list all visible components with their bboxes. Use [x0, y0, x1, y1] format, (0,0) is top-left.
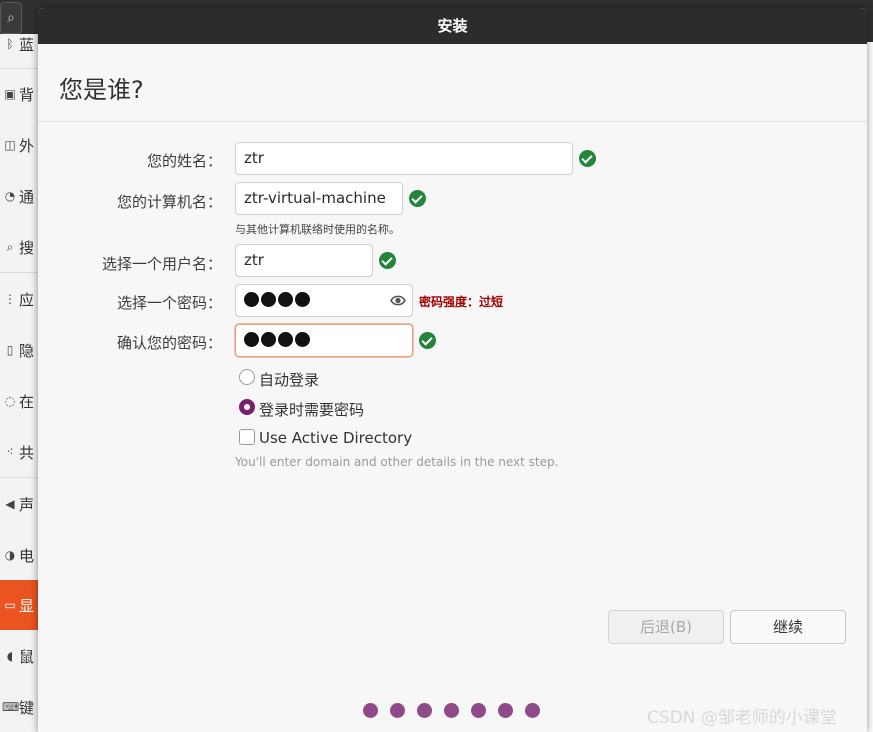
require-password-radio[interactable] [239, 399, 255, 415]
search-icon: ⌕ [6, 239, 14, 254]
mouse-icon: ◖ [6, 649, 14, 663]
sidebar-item-privacy[interactable]: ▯ 隐 [0, 325, 40, 375]
computer-name-valid-check-icon [409, 190, 426, 207]
auto-login-label[interactable]: 自动登录 [259, 369, 319, 390]
name-input[interactable]: ztr [235, 142, 573, 175]
username-input-value: ztr [244, 251, 264, 269]
installer-window: 安装 您是谁? 您的姓名： ztr 您的计算机名： ztr-virtual-ma… [38, 8, 867, 732]
background-icon: ▣ [4, 87, 16, 101]
sidebar-item-sound[interactable]: ◀ 声 [0, 479, 40, 529]
sidebar-item-mouse[interactable]: ◖ 鼠 [0, 631, 40, 681]
keyboard-icon: ⌨ [2, 700, 20, 714]
confirm-password-input[interactable] [235, 324, 413, 357]
notifications-icon: ◔ [4, 189, 16, 203]
computer-name-hint: 与其他计算机联络时使用的名称。 [235, 223, 400, 236]
bluetooth-icon: ᛒ [6, 37, 14, 51]
continue-button[interactable]: 继续 [730, 610, 846, 644]
name-label: 您的姓名： [146, 152, 222, 170]
step-dot [444, 703, 459, 718]
applications-icon: ⋮ [4, 292, 16, 306]
username-label: 选择一个用户名： [101, 255, 222, 273]
username-valid-check-icon [379, 252, 396, 269]
step-dot [417, 703, 432, 718]
display-icon: ▭ [4, 598, 16, 612]
privacy-icon: ▯ [6, 343, 14, 357]
username-input[interactable]: ztr [235, 244, 373, 277]
confirm-password-valid-check-icon [419, 332, 436, 349]
sharing-icon: ⁖ [6, 445, 14, 459]
computer-name-label: 您的计算机名： [116, 193, 222, 211]
window-title: 安装 [437, 17, 468, 35]
online-accounts-icon: ◌ [4, 394, 16, 408]
auto-login-radio[interactable] [239, 369, 255, 385]
sidebar-item-background[interactable]: ▣ 背 [0, 69, 40, 119]
require-password-label[interactable]: 登录时需要密码 [259, 399, 364, 420]
watermark-text: CSDN @邹老师的小课堂 [647, 708, 837, 728]
page-title: 您是谁? [59, 76, 144, 104]
confirm-password-label: 确认您的密码： [116, 334, 222, 352]
active-directory-label[interactable]: Use Active Directory [259, 429, 412, 447]
confirm-password-masked-value [244, 332, 310, 347]
computer-name-input[interactable]: ztr-virtual-machine [235, 182, 403, 215]
sidebar-item-notifications[interactable]: ◔ 通 [0, 171, 40, 221]
computer-name-input-value: ztr-virtual-machine [244, 189, 386, 207]
power-icon: ◑ [4, 548, 16, 562]
sidebar-item-sharing[interactable]: ⁖ 共 [0, 427, 40, 477]
step-dot [390, 703, 405, 718]
background-sidebar: ᛒ蓝 ▣ 背 ◫ 外 ◔ 通 ⌕ 搜 ⋮ 应 ▯ 隐 ◌ 在 ⁖ 共 ◀ 声 ◑ 电 ▭ 显 ◖ 鼠 ⌨… [0, 34, 40, 732]
step-dot [498, 703, 513, 718]
name-input-value: ztr [244, 149, 264, 167]
step-dot [471, 703, 486, 718]
step-dot [363, 703, 378, 718]
appearance-icon: ◫ [4, 138, 16, 152]
sidebar-item-search[interactable]: ⌕ 搜 [0, 222, 40, 272]
password-label: 选择一个密码： [116, 294, 222, 312]
active-directory-note: You'll enter domain and other details in… [235, 455, 559, 469]
back-button[interactable]: 后退(B) [608, 610, 724, 644]
active-directory-checkbox[interactable] [239, 429, 255, 445]
password-masked-value [244, 292, 310, 307]
password-input[interactable] [235, 284, 413, 317]
sidebar-item-bluetooth[interactable]: ᛒ蓝 [0, 19, 40, 69]
page-header: 您是谁? [38, 44, 867, 122]
name-valid-check-icon [579, 150, 596, 167]
sound-icon: ◀ [5, 497, 15, 511]
sidebar-item-keyboard[interactable]: ⌨ 键 [0, 682, 40, 732]
password-strength-text: 密码强度：过短 [419, 295, 504, 309]
sidebar-item-display[interactable]: ▭ 显 [0, 580, 40, 630]
sidebar-item-applications[interactable]: ⋮ 应 [0, 274, 40, 324]
sidebar-item-power[interactable]: ◑ 电 [0, 530, 40, 580]
window-titlebar: 安装 [38, 8, 867, 44]
sidebar-item-online-accounts[interactable]: ◌ 在 [0, 376, 40, 426]
step-progress-indicator [363, 703, 540, 718]
show-password-eye-icon[interactable] [390, 294, 406, 307]
sidebar-item-appearance[interactable]: ◫ 外 [0, 120, 40, 170]
step-dot [525, 703, 540, 718]
